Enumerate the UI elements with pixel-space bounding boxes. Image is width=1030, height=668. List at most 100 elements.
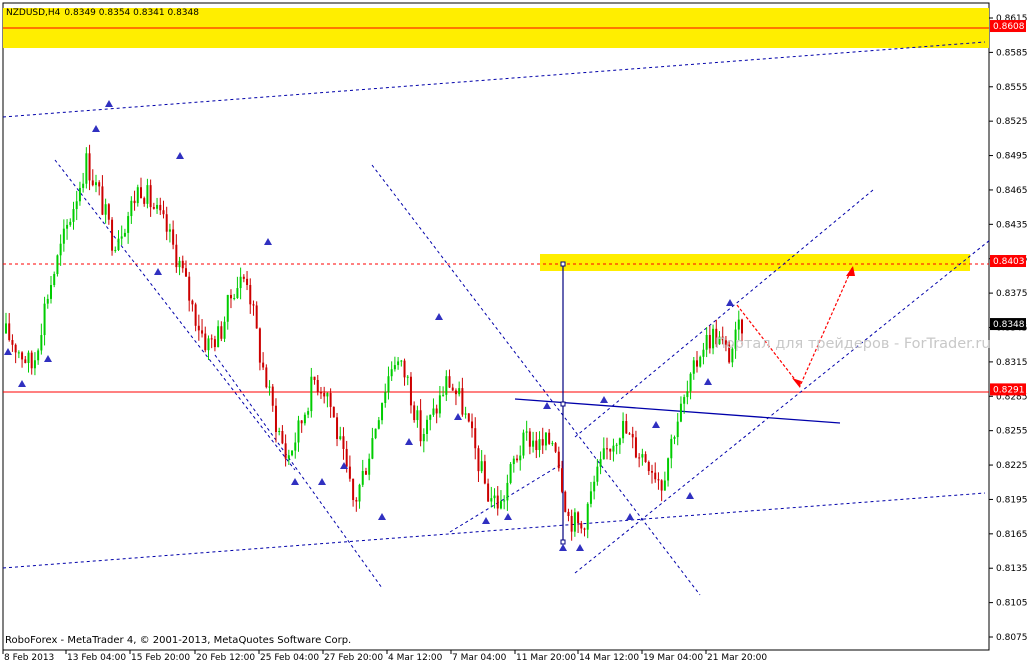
candle-body (606, 448, 609, 450)
candle-body (593, 481, 596, 492)
candle-body (162, 210, 165, 215)
x-tick-label: 13 Feb 04:00 (67, 653, 126, 663)
y-tick-label: 0.8585 (996, 48, 1028, 58)
candle-body (451, 387, 454, 391)
candle-body (8, 323, 11, 341)
candle-body (676, 421, 679, 438)
candle-body (387, 376, 390, 393)
candle-body (461, 388, 464, 415)
candle-body (583, 528, 586, 530)
candle-body (40, 335, 43, 351)
candle-body (483, 461, 486, 484)
chart-header: NZDUSD,H4 0.8349 0.8354 0.8341 0.8348 (6, 8, 199, 18)
candle-body (194, 304, 197, 326)
candle-body (448, 376, 451, 388)
candle-body (467, 413, 470, 422)
candle-body (5, 323, 7, 334)
candle-body (21, 352, 24, 360)
y-tick-label: 0.8165 (996, 530, 1028, 540)
candle-body (53, 274, 56, 286)
y-tick-label: 0.8105 (996, 599, 1028, 609)
y-tick-label: 0.8435 (996, 220, 1028, 230)
candle-body (625, 421, 628, 434)
candle-body (477, 448, 480, 472)
candle-body (59, 243, 62, 256)
candle-body (204, 333, 207, 351)
candle-body (146, 185, 149, 204)
candle-body (741, 319, 743, 334)
candle-body (471, 421, 474, 429)
candle-body (631, 433, 634, 438)
candle-body (345, 448, 348, 467)
y-tick-label: 0.8135 (996, 564, 1028, 574)
candle-body (82, 183, 85, 188)
candle-body (149, 185, 152, 208)
candle-body (274, 405, 277, 433)
candle-body (426, 419, 429, 434)
candle-body (355, 500, 358, 502)
candle-body (381, 402, 384, 421)
candle-body (326, 393, 329, 397)
candle-body (548, 432, 551, 444)
candle-body (419, 410, 422, 442)
measure-handle-mid[interactable] (560, 401, 566, 407)
candle-body (397, 361, 400, 366)
candle-body (686, 391, 689, 398)
candle-body (107, 204, 110, 220)
candle-body (98, 182, 101, 187)
candle-body (657, 479, 660, 481)
candle-body (336, 417, 339, 440)
candle-body (525, 431, 528, 433)
candle-body (406, 376, 409, 378)
candle-body (634, 437, 637, 458)
x-tick-label: 15 Feb 20:00 (131, 653, 190, 663)
candle-body (233, 298, 236, 300)
candle-body (217, 326, 220, 348)
candle-body (294, 442, 297, 451)
candle-body (271, 386, 274, 406)
candle-body (480, 461, 483, 472)
candle-body (532, 440, 535, 447)
candle-body (557, 451, 560, 469)
candle-body (127, 216, 130, 233)
measure-handle-bottom[interactable] (560, 539, 566, 545)
candle-body (544, 432, 547, 446)
candle-body (618, 438, 621, 445)
candle-body (133, 200, 136, 204)
candle-body (667, 458, 670, 481)
candle-body (612, 445, 615, 452)
candle-body (226, 294, 229, 322)
price-marker-label: 0.8608 (993, 22, 1025, 32)
candle-body (159, 204, 162, 211)
candle-body (638, 457, 641, 459)
price-markers: 0.8608 0.8403 0.8348 0.8291 (990, 20, 1026, 396)
chart-svg: Портал для трейдеров - ForTrader.ru NZDU… (2, 2, 1028, 663)
candle-body (14, 344, 17, 353)
candle-body (348, 466, 351, 479)
candle-body (91, 180, 94, 186)
x-tick-label: 25 Feb 04:00 (260, 653, 319, 663)
candle-body (535, 440, 538, 451)
candle-body (33, 360, 36, 369)
candle-body (104, 204, 107, 215)
candle-body (284, 443, 287, 459)
y-tick-label: 0.8465 (996, 186, 1028, 196)
candle-body (236, 288, 239, 299)
candle-body (641, 454, 644, 458)
candle-body (445, 376, 448, 395)
measure-handle-top[interactable] (560, 261, 566, 267)
plot-frame (2, 2, 990, 651)
candle-body (432, 408, 435, 415)
y-tick-label: 0.8375 (996, 289, 1028, 299)
candle-body (307, 411, 310, 415)
candle-body (442, 394, 445, 396)
candle-body (56, 255, 59, 275)
candle-body (512, 458, 515, 465)
candle-body (352, 478, 355, 501)
candle-body (24, 359, 27, 364)
candle-body (705, 334, 708, 350)
candle-body (94, 182, 97, 186)
candle-body (413, 405, 416, 421)
candle-body (291, 450, 294, 456)
candle-body (268, 386, 271, 388)
